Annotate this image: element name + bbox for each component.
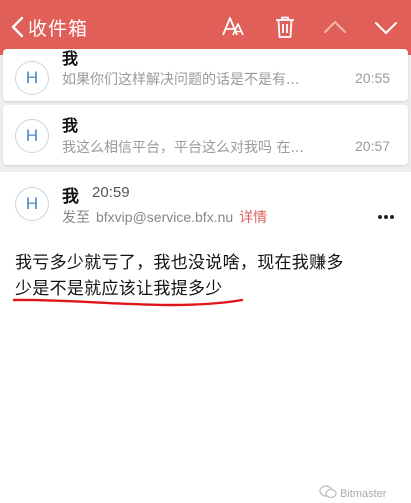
list-item-time: 20:55 bbox=[355, 70, 391, 86]
list-item-sender: 我 bbox=[62, 49, 79, 68]
chevron-up-icon[interactable] bbox=[322, 14, 348, 40]
list-item-preview: 如果你们这样解决问题的话是不是有... bbox=[62, 72, 300, 88]
chevron-left-icon bbox=[10, 16, 24, 38]
watermark: Bitmaster bbox=[319, 484, 386, 503]
list-item[interactable]: H 我 我这么相信平台，平台这么对我吗 在... 20:57 bbox=[3, 105, 408, 165]
message-detail: H 我 20:59 发至 bfxvip@service.bfx.nu 详情 我亏多少… bbox=[0, 172, 411, 500]
avatar: H bbox=[15, 61, 49, 95]
chevron-down-icon[interactable] bbox=[373, 14, 399, 40]
back-button[interactable]: 收件箱 bbox=[10, 12, 88, 42]
watermark-text: Bitmaster bbox=[340, 487, 387, 500]
trash-icon[interactable] bbox=[272, 14, 298, 40]
wechat-logo-icon bbox=[319, 484, 337, 503]
list-item-preview: 我这么相信平台，平台这么对我吗 在... bbox=[62, 140, 304, 156]
list-item-time: 20:57 bbox=[355, 138, 391, 154]
thread-list: H 我 如果你们这样解决问题的话是不是有... 20:55 H 我 我这么相信平… bbox=[0, 49, 411, 172]
red-underline-annotation bbox=[12, 298, 244, 307]
avatar: H bbox=[15, 119, 49, 153]
list-item[interactable]: H 我 如果你们这样解决问题的话是不是有... 20:55 bbox=[3, 49, 408, 101]
back-label: 收件箱 bbox=[28, 17, 89, 40]
font-size-icon[interactable] bbox=[220, 14, 246, 40]
list-item-sender: 我 bbox=[62, 116, 79, 135]
